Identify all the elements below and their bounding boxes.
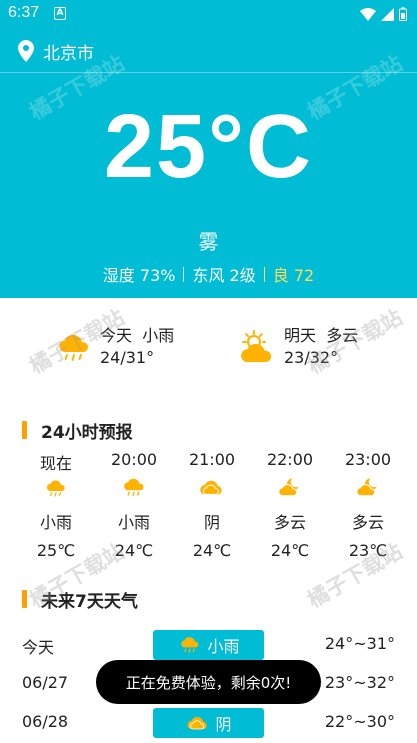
signal-icon <box>381 7 394 21</box>
current-temperature: 25°C <box>103 97 314 197</box>
wind: 东风 2级 <box>192 266 256 285</box>
day-range: 22°~30° <box>324 712 395 731</box>
hour-time: 22:00 <box>266 450 314 469</box>
hour-time: 21:00 <box>188 450 236 469</box>
hourly-item: 21:00 阴 24℃ <box>173 450 251 560</box>
current-metrics: 湿度 73% 东风 2级 良 72 <box>0 262 417 286</box>
today-label: 今天 <box>100 326 133 345</box>
day-label: 今天 <box>22 638 55 657</box>
hourly-section-title: 24小时预报 <box>22 419 133 443</box>
hour-condition: 多云 <box>351 513 384 532</box>
day-condition: 阴 <box>215 715 232 734</box>
rain-cloud-icon <box>41 476 71 501</box>
hour-temperature: 24℃ <box>270 541 310 560</box>
notification-icon: A <box>54 7 66 20</box>
hour-time: 20:00 <box>110 450 158 469</box>
daily-row[interactable]: 今天 小雨 24°~31° <box>0 630 417 660</box>
day-range: 24°~31° <box>324 634 395 653</box>
humidity: 湿度 73% <box>102 266 176 285</box>
hour-condition: 小雨 <box>117 513 150 532</box>
hour-temperature: 25℃ <box>36 541 76 560</box>
today-summary: 今天 小雨 24/31° <box>54 322 174 374</box>
tomorrow-range: 23/32° <box>284 348 339 367</box>
hour-temperature: 23℃ <box>348 541 388 560</box>
day-condition: 小雨 <box>207 637 240 656</box>
rain-cloud-icon <box>54 328 94 368</box>
hour-condition: 小雨 <box>39 513 72 532</box>
partly-cloudy-moon-icon <box>353 474 383 501</box>
status-bar: 6:37 A <box>0 0 417 28</box>
hourly-item: 现在 小雨 25℃ <box>17 450 95 560</box>
header-divider <box>0 72 417 73</box>
day-range: 23°~32° <box>324 673 395 692</box>
hourly-title: 24小时预报 <box>41 422 133 443</box>
today-range: 24/31° <box>100 348 155 367</box>
metrics-separator <box>183 266 185 282</box>
air-quality: 良 72 <box>272 266 315 285</box>
rain-cloud-icon <box>177 633 203 657</box>
tomorrow-condition: 多云 <box>326 326 359 345</box>
today-condition: 小雨 <box>142 326 175 345</box>
section-accent-bar <box>22 421 27 439</box>
day-label: 06/27 <box>22 673 69 692</box>
current-condition: 雾 <box>198 230 219 254</box>
city-selector[interactable]: 北京市 <box>18 38 94 64</box>
weather-header: 6:37 A 北京市 25°C 雾 湿度 73% 东风 2级 良 72 <box>0 0 417 298</box>
partly-cloudy-moon-icon <box>275 474 305 501</box>
overcast-cloud-icon <box>197 474 227 501</box>
hour-temperature: 24℃ <box>114 541 154 560</box>
daily-row[interactable]: 06/28 阴 22°~30° <box>0 708 417 738</box>
hour-time: 现在 <box>39 454 72 473</box>
battery-icon <box>399 7 407 21</box>
overcast-cloud-icon <box>185 711 211 735</box>
hourly-forecast[interactable]: 现在 小雨 25℃ 20:00 小雨 24℃ 21:00 阴 24℃ 22:00… <box>17 450 407 560</box>
hour-time: 23:00 <box>344 450 392 469</box>
wifi-icon <box>360 7 376 21</box>
trial-toast: 正在免费体验，剩余0次! <box>96 660 321 704</box>
tomorrow-summary: 明天 多云 23/32° <box>238 322 358 374</box>
daily-title: 未来7天天气 <box>41 591 138 612</box>
tomorrow-label: 明天 <box>284 326 317 345</box>
metrics-separator <box>263 266 265 282</box>
status-icons <box>360 7 407 21</box>
hour-temperature: 24℃ <box>192 541 232 560</box>
hourly-item: 23:00 多云 23℃ <box>329 450 407 560</box>
hour-condition: 阴 <box>203 513 220 532</box>
daily-section-title: 未来7天天气 <box>22 588 138 612</box>
hour-condition: 多云 <box>273 513 306 532</box>
location-pin-icon <box>18 40 34 62</box>
section-accent-bar <box>22 590 27 608</box>
hourly-item: 20:00 小雨 24℃ <box>95 450 173 560</box>
day-label: 06/28 <box>22 712 69 731</box>
hourly-item: 22:00 多云 24℃ <box>251 450 329 560</box>
city-name: 北京市 <box>43 43 94 64</box>
day-condition-badge: 小雨 <box>153 630 264 660</box>
partly-cloudy-sun-icon <box>238 328 278 368</box>
rain-cloud-icon <box>119 474 149 501</box>
day-condition-badge: 阴 <box>153 708 264 738</box>
status-time: 6:37 <box>8 4 40 21</box>
